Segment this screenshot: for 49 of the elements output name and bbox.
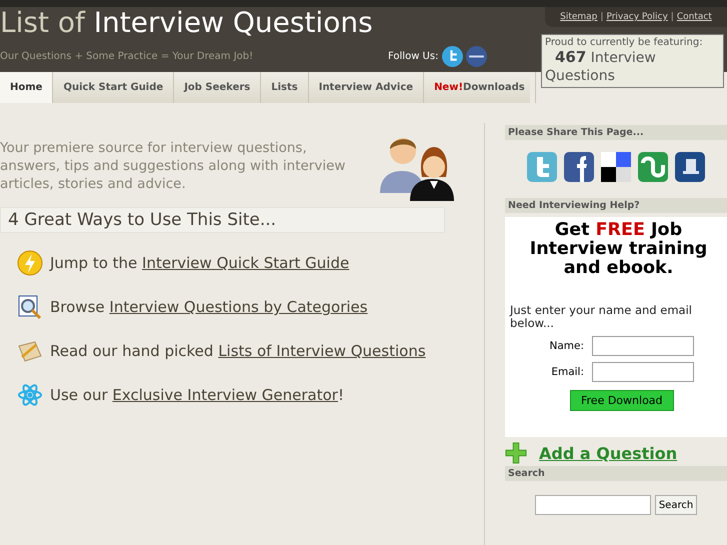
link-separator: | [670, 12, 674, 22]
way-text: Jump to the Interview Quick Start Guide [50, 254, 350, 272]
way-link[interactable]: Lists of Interview Questions [218, 342, 426, 360]
section-heading: 4 Great Ways to Use This Site... [0, 207, 445, 233]
tagline: Our Questions + Some Practice = Your Dream Job! [0, 50, 254, 62]
atom-icon [17, 382, 43, 408]
nav-tab[interactable]: Job Seekers [174, 72, 262, 103]
featuring-label: Proud to currently be featuring: [545, 37, 704, 48]
nav-tab[interactable]: Home [0, 72, 54, 103]
way-link[interactable]: Interview Quick Start Guide [142, 254, 350, 272]
nav-tab[interactable]: Lists [261, 72, 309, 103]
social-icon[interactable] [563, 150, 595, 184]
input-field[interactable] [592, 362, 694, 382]
link-separator: | [600, 12, 604, 22]
nav-tab[interactable]: Quick Start Guide [53, 72, 174, 103]
way-text: Browse Interview Questions by Categories [50, 298, 368, 316]
question-count-text: 467 Interview Questions [545, 48, 657, 85]
bird-icon[interactable] [442, 46, 464, 66]
sidebar-heading: Please Share This Page... [505, 125, 727, 140]
lightning-icon [17, 250, 43, 276]
social-icon[interactable] [637, 150, 669, 184]
promo-title: Get FREE Job Interview training and ebook. [528, 221, 708, 278]
nav-tab[interactable]: New!Downloads [424, 72, 536, 103]
way-link[interactable]: Interview Questions by Categories [109, 298, 368, 316]
download-button[interactable]: Free Download [570, 390, 674, 411]
intro-text: Your premiere source for interview questions, answers, tips and suggestions along with interview articles, stories and advice. [0, 139, 346, 193]
top-link[interactable]: Sitemap [560, 12, 598, 22]
add-question-link[interactable]: Add a Question [539, 444, 678, 462]
social-icon[interactable] [674, 150, 706, 184]
way-text: Read our hand picked Lists of Interview Questions [50, 342, 426, 360]
search-field[interactable] [534, 495, 651, 515]
plus-icon [505, 442, 527, 464]
sidebar-heading: Need Interviewing Help? [505, 198, 727, 213]
top-link[interactable]: Contact [676, 12, 712, 22]
input-field[interactable] [592, 336, 694, 356]
follow-label: Follow Us: [388, 50, 438, 62]
way-link[interactable]: Exclusive Interview Generator [112, 386, 338, 404]
search-button[interactable]: Search [654, 495, 698, 515]
nav-tab[interactable]: Interview Advice [308, 72, 424, 103]
field-label: Email: [550, 366, 584, 378]
site-title[interactable]: List of Interview Questions [0, 5, 490, 41]
social-icon[interactable] [466, 46, 488, 66]
top-link[interactable]: Privacy Policy [606, 12, 668, 22]
sidebar-heading: Search [505, 466, 727, 481]
squares-icon[interactable] [600, 150, 632, 184]
field-label: Name: [548, 340, 584, 352]
way-text: Use our Exclusive Interview Generator! [50, 386, 344, 404]
promo-instructions: Just enter your name and email below... [510, 304, 693, 330]
magnifier-icon [17, 294, 43, 320]
